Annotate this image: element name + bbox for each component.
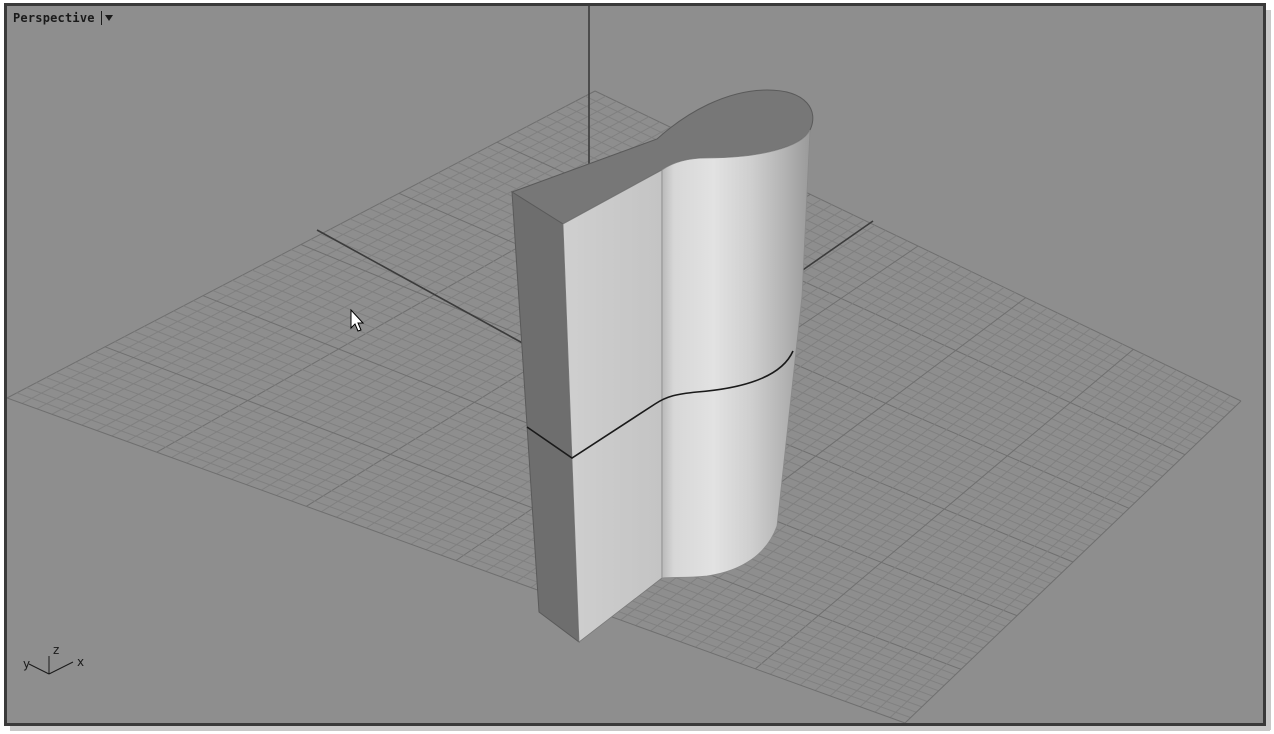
perspective-viewport[interactable]: Perspective y z x [4, 3, 1266, 726]
viewport-title-bar: Perspective [13, 9, 114, 27]
axis-x-label: x [77, 655, 84, 669]
axis-y-label: y [23, 657, 30, 671]
grid-line [85, 356, 950, 681]
viewport-menu-button[interactable] [100, 11, 114, 25]
frame-shadow-right [1266, 10, 1271, 730]
grid-line [874, 390, 1220, 713]
app-window: Perspective y z x [0, 0, 1274, 734]
dropdown-arrow-icon [104, 15, 113, 21]
axis-z-label: z [53, 643, 59, 657]
grid-line [829, 374, 1188, 697]
scene-canvas[interactable]: y z x [7, 6, 1263, 723]
grid-line [859, 385, 1210, 708]
grid-line [65, 366, 939, 692]
frame-shadow-bottom [10, 726, 1270, 731]
axis-triad-icon [28, 656, 74, 675]
grid-line [889, 395, 1231, 718]
grid-line [46, 377, 928, 703]
viewport-title[interactable]: Perspective [13, 11, 95, 25]
grid-line [75, 361, 945, 686]
extruded-solid[interactable] [510, 89, 814, 644]
grid-line [55, 371, 934, 697]
